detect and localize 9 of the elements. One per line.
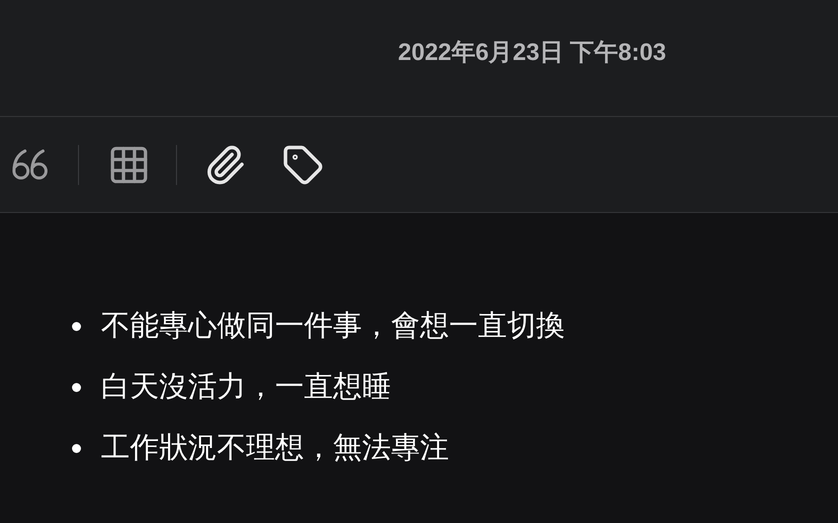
bullet-icon [72, 444, 81, 453]
bullet-text: 工作狀況不理想，無法專注 [101, 430, 449, 466]
bullet-text: 不能專心做同一件事，會想一直切換 [101, 308, 565, 344]
tag-icon[interactable] [282, 144, 324, 186]
bullet-text: 白天沒活力，一直想睡 [101, 370, 391, 405]
bullet-icon [72, 322, 81, 331]
quote-icon[interactable] [11, 146, 49, 182]
bullet-icon [72, 383, 81, 392]
note-date: 2022年6月23日 下午8:03 [398, 38, 666, 68]
